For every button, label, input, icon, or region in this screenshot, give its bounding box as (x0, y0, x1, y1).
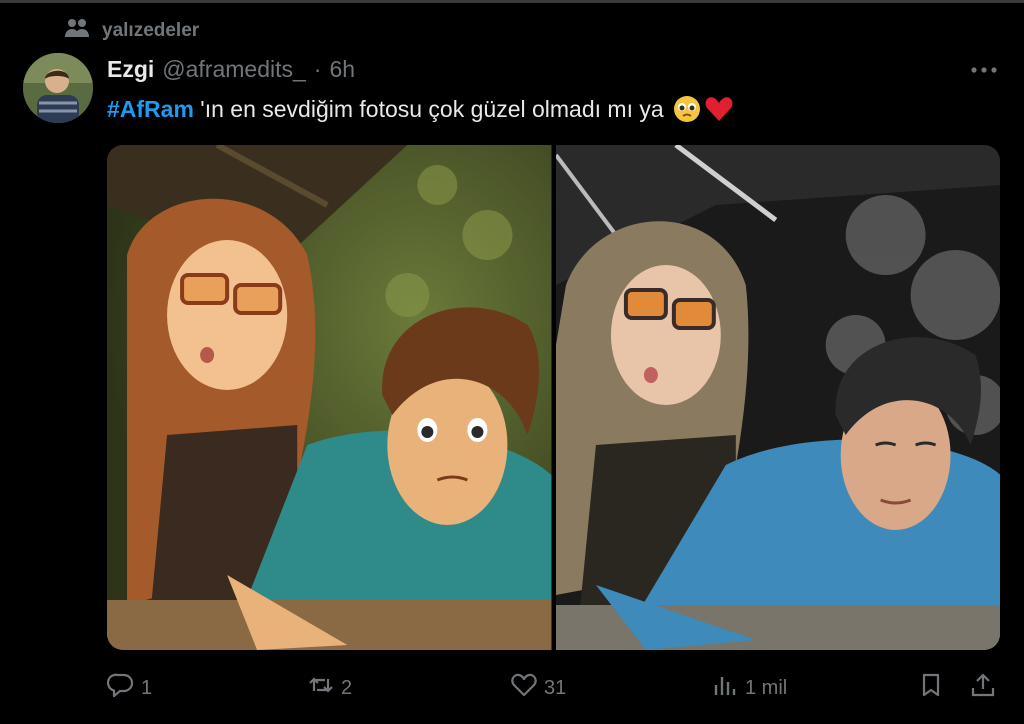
tweet-media[interactable] (107, 145, 1000, 650)
red-heart-icon (704, 94, 734, 124)
bookmark-button[interactable] (917, 671, 945, 705)
window-top-border (0, 0, 1024, 3)
retweet-count: 2 (341, 676, 353, 699)
tweet-time[interactable]: 6h (329, 56, 355, 83)
separator-dot: · (313, 55, 322, 82)
tweet-text: #AfRam 'ın en sevdiğim fotosu çok güzel … (107, 92, 734, 126)
media-photo[interactable] (555, 145, 1000, 650)
author-handle[interactable]: @aframedits_ (162, 56, 306, 83)
community-label: yalızedeler (102, 20, 200, 41)
reply-icon (106, 671, 135, 705)
more-dots-icon (970, 61, 998, 79)
views-count: 1 mil (745, 676, 788, 699)
views-button[interactable]: 1 mil (711, 671, 787, 705)
share-button[interactable] (969, 671, 997, 705)
community-icon (64, 17, 90, 45)
social-context[interactable]: yalızedeler (64, 18, 199, 44)
share-icon (969, 671, 997, 705)
heart-icon (510, 671, 538, 705)
more-options-button[interactable] (964, 56, 1004, 84)
author-avatar[interactable] (23, 53, 93, 123)
retweet-icon (307, 671, 335, 705)
retweet-button[interactable]: 2 (307, 671, 352, 705)
media-illustration[interactable] (107, 145, 552, 650)
analytics-icon (711, 671, 739, 705)
bookmark-icon (917, 671, 945, 705)
hashtag-link[interactable]: #AfRam (107, 96, 194, 123)
reply-button[interactable]: 1 (106, 671, 153, 705)
pleading-face-icon (672, 94, 702, 124)
author-name[interactable]: Ezgi (107, 56, 154, 83)
like-count: 31 (544, 676, 567, 699)
like-button[interactable]: 31 (510, 671, 566, 705)
tweet-header: Ezgi @aframedits_ · 6h (107, 54, 355, 84)
tweet-body: 'ın en sevdiğim fotosu çok güzel olmadı … (193, 95, 664, 122)
tweet-actions: 1 2 31 1 mil (106, 668, 1000, 708)
reply-count: 1 (141, 676, 153, 699)
